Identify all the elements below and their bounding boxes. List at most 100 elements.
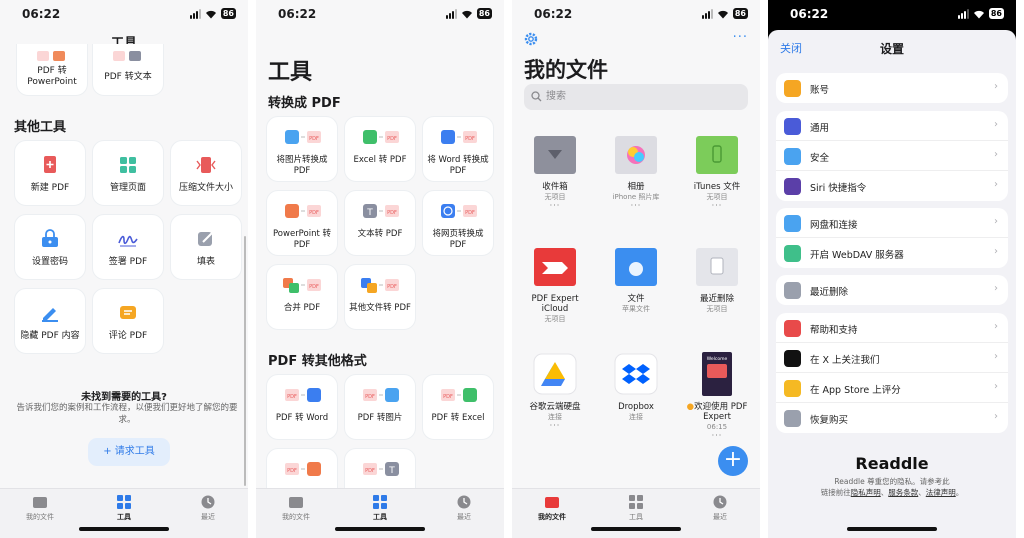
request-tool-button[interactable]: + 请求工具	[88, 438, 170, 466]
tab-my-files[interactable]: 我的文件	[10, 495, 70, 522]
more-dots-icon[interactable]: ···	[518, 202, 592, 210]
svg-text:PDF: PDF	[387, 284, 397, 290]
folder-pdf-expert-icloud[interactable]: PDF Expert iCloud 无项目	[518, 244, 592, 324]
export-pdf-to-excel[interactable]: PDF PDF 转 Excel	[422, 374, 494, 440]
chevron-right-icon: ›	[994, 216, 998, 227]
more-dots-icon[interactable]: ···	[518, 422, 592, 430]
settings-row-account[interactable]: 账号 ›	[776, 73, 1008, 103]
tab-recent[interactable]: 最近	[178, 495, 238, 522]
legal-notice: Readdle 尊重您的隐私。请参考此 链接前往隐私声明、服务条款、法律声明。	[820, 477, 964, 497]
tab-recent[interactable]: 最近	[690, 495, 750, 522]
trash-icon	[784, 282, 801, 299]
tool-pdf-to-powerpoint[interactable]: PDF 转 PowerPoint	[16, 44, 88, 96]
settings-row-recently-deleted[interactable]: 最近删除 ›	[776, 275, 1008, 305]
pdf-to-ppt-icon	[37, 48, 67, 61]
tool-redact[interactable]: 隐藏 PDF 内容	[14, 288, 86, 354]
tool-sign-pdf[interactable]: 签署 PDF	[92, 214, 164, 280]
x-logo-icon	[784, 350, 801, 367]
merge-pdf[interactable]: PDF 合并 PDF	[266, 264, 338, 330]
folder-files[interactable]: 文件 苹果文件	[599, 244, 673, 314]
tool-manage-pages[interactable]: 管理页面	[92, 140, 164, 206]
convert-word-to-pdf[interactable]: PDF 将 Word 转换成 PDF	[422, 116, 494, 182]
signature-icon	[118, 229, 138, 249]
web-to-pdf-icon: PDF	[441, 204, 477, 218]
tool-compress[interactable]: 压缩文件大小	[170, 140, 242, 206]
privacy-link[interactable]: 隐私声明	[851, 488, 881, 497]
terms-link[interactable]: 服务条款	[888, 488, 918, 497]
my-files-screen: 06:22 86 ··· 我的文件 搜索 收件箱 无项目 ··· 相册 iPhone …	[512, 0, 760, 538]
convert-excel-to-pdf[interactable]: PDF Excel 转 PDF	[344, 116, 416, 182]
more-icon[interactable]: ···	[733, 30, 748, 45]
trash-folder-icon	[696, 248, 738, 286]
settings-row-cloud[interactable]: 网盘和连接 ›	[776, 208, 1008, 238]
comment-icon	[118, 303, 138, 323]
more-dots-icon[interactable]: ···	[599, 202, 673, 210]
status-time: 06:22	[278, 7, 317, 21]
status-time: 06:22	[534, 7, 573, 21]
status-time: 06:22	[790, 7, 829, 21]
convert-text-to-pdf[interactable]: T PDF 文本转 PDF	[344, 190, 416, 256]
svg-text:PDF: PDF	[465, 210, 475, 216]
export-pdf-to-image[interactable]: PDF PDF 转图片	[344, 374, 416, 440]
settings-screen: 06:22 86 关闭 设置 账号 › 通用 › 安全 › Siri 快捷指令 › 网盘…	[768, 0, 1016, 538]
tab-tools[interactable]: 工具	[350, 495, 410, 522]
settings-row-siri[interactable]: Siri 快捷指令 ›	[776, 171, 1008, 201]
home-indicator	[847, 527, 937, 531]
add-button[interactable]: +	[718, 446, 748, 476]
svg-text:PDF: PDF	[287, 468, 297, 474]
folder-tab-icon	[289, 497, 303, 508]
settings-group-account: 账号 ›	[776, 73, 1008, 103]
folder-google-drive[interactable]: 谷歌云端硬盘 连接 ···	[518, 352, 592, 430]
tool-set-password[interactable]: 设置密码	[14, 214, 86, 280]
signal-icon	[189, 8, 201, 19]
lock-icon	[784, 148, 801, 165]
status-bar: 06:22 86	[768, 0, 1016, 26]
settings-group-cloud: 网盘和连接 › 开启 WebDAV 服务器 ›	[776, 208, 1008, 268]
convert-web-to-pdf[interactable]: PDF 将网页转换成 PDF	[422, 190, 494, 256]
legal-link[interactable]: 法律声明	[926, 488, 956, 497]
pdf-thumbnail-icon: Welcome	[702, 352, 732, 396]
settings-row-restore[interactable]: 恢复购买 ›	[776, 403, 1008, 433]
folder-itunes[interactable]: iTunes 文件 无项目 ···	[680, 132, 754, 210]
status-bar: 06:22 86	[0, 0, 248, 26]
tab-tools[interactable]: 工具	[94, 495, 154, 522]
export-pdf-to-word[interactable]: PDF PDF 转 Word	[266, 374, 338, 440]
tab-my-files[interactable]: 我的文件	[522, 495, 582, 522]
tool-new-pdf[interactable]: 新建 PDF	[14, 140, 86, 206]
settings-group-support: 帮助和支持 › 在 X 上关注我们 › 在 App Store 上评分 › 恢复购买 ›	[776, 313, 1008, 433]
settings-row-general[interactable]: 通用 ›	[776, 111, 1008, 141]
folder-inbox[interactable]: 收件箱 无项目 ···	[518, 132, 592, 210]
folder-dropbox[interactable]: Dropbox 连接	[599, 352, 673, 422]
more-dots-icon[interactable]: ···	[680, 202, 754, 210]
wifi-icon	[461, 10, 472, 18]
settings-row-rate[interactable]: 在 App Store 上评分 ›	[776, 373, 1008, 403]
pdf-expert-folder-icon	[534, 248, 576, 286]
status-bar: 06:22 86	[256, 0, 504, 26]
tab-my-files[interactable]: 我的文件	[266, 495, 326, 522]
convert-other-to-pdf[interactable]: PDF 其他文件转 PDF	[344, 264, 416, 330]
image-to-pdf-icon: PDF	[285, 130, 321, 144]
tool-pdf-to-text[interactable]: PDF 转文本	[92, 44, 164, 96]
file-welcome-pdf[interactable]: Welcome ●欢迎使用 PDF Expert 06:15 ···	[680, 352, 754, 440]
section-pdf-to-other: PDF 转其他格式	[268, 354, 367, 369]
settings-row-follow-x[interactable]: 在 X 上关注我们 ›	[776, 343, 1008, 373]
settings-row-help[interactable]: 帮助和支持 ›	[776, 313, 1008, 343]
convert-powerpoint-to-pdf[interactable]: PDF PowerPoint 转 PDF	[266, 190, 338, 256]
svg-text:PDF: PDF	[365, 394, 375, 400]
tab-tools[interactable]: 工具	[606, 495, 666, 522]
search-input[interactable]: 搜索	[524, 84, 748, 110]
folder-photos[interactable]: 相册 iPhone 照片库 ···	[599, 132, 673, 210]
chevron-right-icon: ›	[994, 81, 998, 92]
settings-row-security[interactable]: 安全 ›	[776, 141, 1008, 171]
scrollbar[interactable]	[244, 236, 246, 486]
svg-text:PDF: PDF	[287, 394, 297, 400]
tab-recent[interactable]: 最近	[434, 495, 494, 522]
folder-recently-deleted[interactable]: 最近删除 无项目	[680, 244, 754, 314]
settings-row-webdav[interactable]: 开启 WebDAV 服务器 ›	[776, 238, 1008, 268]
gear-icon[interactable]	[524, 32, 538, 46]
more-dots-icon[interactable]: ···	[680, 432, 754, 440]
svg-text:Welcome: Welcome	[707, 356, 728, 362]
convert-image-to-pdf[interactable]: PDF 将图片转换成 PDF	[266, 116, 338, 182]
tool-comment[interactable]: 评论 PDF	[92, 288, 164, 354]
tool-fill-form[interactable]: 填表	[170, 214, 242, 280]
